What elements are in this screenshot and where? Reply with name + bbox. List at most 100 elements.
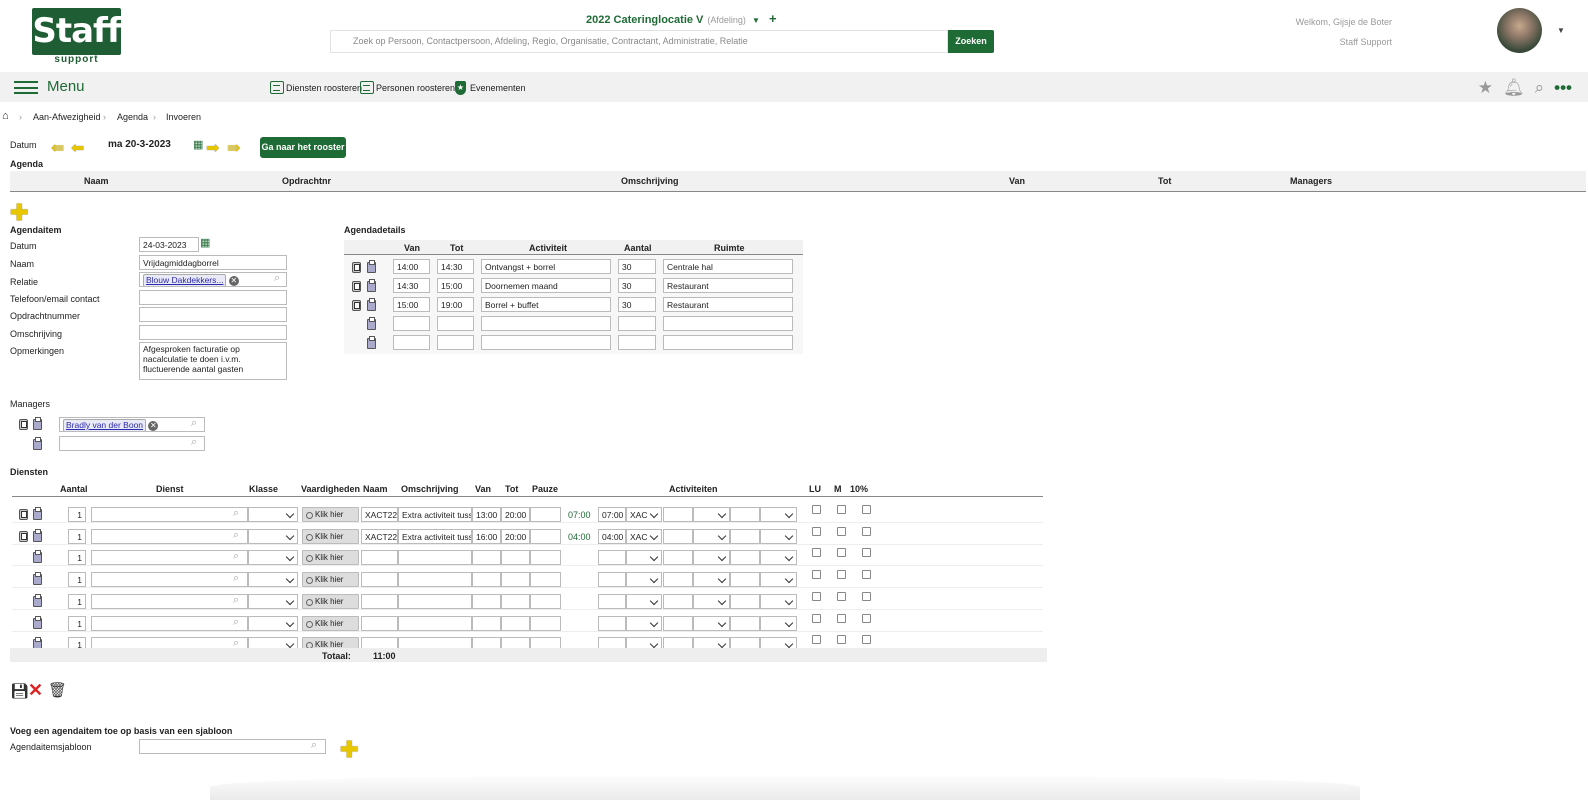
search-icon[interactable]: ⌕	[191, 417, 197, 430]
star-icon[interactable]: ★	[1478, 78, 1493, 98]
detail-ruimte-field[interactable]	[663, 335, 793, 350]
relatie-field[interactable]: Blouw Dakdekkers... ✕	[139, 272, 287, 287]
naam-field[interactable]	[361, 593, 398, 609]
relatie-tag[interactable]: Blouw Dakdekkers...	[143, 274, 227, 286]
add-icon[interactable]: +	[769, 11, 777, 26]
act-tijd-field[interactable]: 07:00	[598, 507, 626, 522]
tot-field[interactable]: 20:00	[501, 507, 530, 522]
van-field[interactable]: 16:00	[472, 528, 501, 544]
chevron-down-icon[interactable]: ▼	[752, 16, 760, 25]
search-icon[interactable]: ⌕	[233, 572, 239, 585]
act-tijd-field[interactable]	[598, 615, 626, 631]
search-input[interactable]: Zoek op Persoon, Contactpersoon, Afdelin…	[330, 30, 948, 53]
10pct-checkbox[interactable]	[862, 526, 871, 536]
10pct-checkbox[interactable]	[862, 613, 871, 623]
10pct-checkbox[interactable]	[862, 570, 871, 580]
klasse-select[interactable]	[248, 572, 298, 588]
breadcrumb-item[interactable]: Agenda	[117, 112, 148, 122]
clipboard-icon[interactable]	[33, 437, 42, 450]
tot-field[interactable]	[501, 593, 530, 609]
search-icon[interactable]: ⌕	[274, 272, 280, 285]
clipboard-icon[interactable]	[367, 279, 376, 292]
manager-field[interactable]	[59, 436, 205, 451]
organisation-selector[interactable]: 2022 Cateringlocatie V (Afdeling) ▼ +	[586, 11, 777, 26]
tot-field[interactable]	[501, 550, 530, 566]
klasse-select[interactable]	[248, 507, 298, 522]
search-icon[interactable]: ⌕	[233, 550, 239, 563]
van-field[interactable]	[472, 572, 501, 588]
detail-van-field[interactable]: 15:00	[393, 297, 430, 312]
van-field[interactable]	[472, 550, 501, 566]
clipboard-icon[interactable]	[33, 615, 42, 629]
m-checkbox[interactable]	[837, 635, 846, 645]
search-icon[interactable]: ⌕	[191, 436, 197, 449]
menu-label[interactable]: Menu	[47, 78, 85, 95]
add-agendaitem-icon[interactable]: ✚	[10, 202, 28, 224]
aantal-field[interactable]: 1	[68, 615, 86, 631]
act-select[interactable]	[693, 528, 730, 544]
detail-activiteit-field[interactable]	[481, 316, 611, 331]
sjabloon-field[interactable]	[139, 739, 326, 754]
act-code-select[interactable]	[626, 572, 662, 588]
naam-field[interactable]	[361, 550, 398, 566]
bell-icon[interactable]: 🔔︎	[1503, 78, 1525, 98]
dienst-field[interactable]	[91, 507, 248, 522]
act-field[interactable]	[663, 572, 693, 588]
vaardigheden-button[interactable]: Klik hier	[302, 593, 359, 609]
prev-week-icon[interactable]: ⇚	[51, 141, 64, 157]
copy-icon[interactable]	[19, 419, 28, 430]
act-field[interactable]	[730, 572, 760, 588]
act-code-select[interactable]	[626, 550, 662, 566]
search-icon[interactable]: ⌕	[233, 529, 239, 542]
detail-ruimte-field[interactable]: Restaurant	[663, 278, 793, 293]
act-select[interactable]	[760, 528, 797, 544]
act-tijd-field[interactable]	[598, 550, 626, 566]
more-icon[interactable]: •••	[1554, 78, 1572, 98]
detail-van-field[interactable]: 14:00	[393, 259, 430, 274]
aantal-field[interactable]: 1	[68, 593, 86, 609]
dienst-field[interactable]	[91, 528, 248, 544]
act-select[interactable]	[760, 572, 797, 588]
save-icon[interactable]: 💾︎	[10, 682, 29, 700]
klasse-select[interactable]	[248, 593, 298, 609]
avatar[interactable]	[1497, 8, 1542, 53]
breadcrumb-item[interactable]: Aan-Afwezigheid	[33, 112, 101, 122]
detail-tot-field[interactable]	[437, 335, 474, 350]
remove-relatie-icon[interactable]: ✕	[228, 275, 239, 286]
detail-tot-field[interactable]	[437, 316, 474, 331]
tot-field[interactable]	[501, 572, 530, 588]
tot-field[interactable]: 20:00	[501, 528, 530, 544]
10pct-checkbox[interactable]	[862, 591, 871, 601]
remove-manager-icon[interactable]: ✕	[148, 420, 159, 431]
telefoon-field[interactable]	[139, 290, 287, 305]
naam-field[interactable]: XACT22	[361, 528, 398, 544]
search-icon[interactable]: ⌕	[233, 507, 239, 520]
omschrijving-field[interactable]	[139, 325, 287, 340]
nav-evenementen[interactable]: ★ Evenementen	[455, 81, 526, 95]
detail-activiteit-field[interactable]: Ontvangst + borrel	[481, 259, 611, 274]
search-icon[interactable]: ⌕	[233, 616, 239, 629]
van-field[interactable]: 13:00	[472, 507, 501, 522]
10pct-checkbox[interactable]	[862, 505, 871, 514]
copy-icon[interactable]	[19, 530, 28, 542]
detail-van-field[interactable]	[393, 335, 430, 350]
cancel-icon[interactable]: ✕	[28, 680, 43, 701]
dienst-field[interactable]	[91, 593, 248, 609]
manager-field[interactable]: Bradly van der Boon ✕	[59, 417, 205, 432]
dienst-field[interactable]	[91, 572, 248, 588]
clipboard-icon[interactable]	[33, 593, 42, 607]
vaardigheden-button[interactable]: Klik hier	[302, 615, 359, 631]
detail-van-field[interactable]: 14:30	[393, 278, 430, 293]
search-icon[interactable]: ⌕	[1535, 78, 1545, 98]
opmerkingen-textarea[interactable]: Afgesproken facturatie op nacalculatie t…	[139, 342, 287, 380]
add-sjabloon-icon[interactable]: ✚	[340, 739, 358, 761]
staff-logo[interactable]: Staff	[32, 8, 122, 55]
detail-aantal-field[interactable]: 30	[618, 297, 656, 312]
dienst-field[interactable]	[91, 615, 248, 631]
clipboard-icon[interactable]	[367, 317, 376, 330]
goto-rooster-button[interactable]: Ga naar het rooster	[260, 137, 346, 158]
nav-diensten-roosteren[interactable]: Diensten roosteren	[270, 81, 362, 94]
clipboard-icon[interactable]	[367, 260, 376, 273]
act-select[interactable]	[760, 507, 797, 522]
act-tijd-field[interactable]	[598, 593, 626, 609]
